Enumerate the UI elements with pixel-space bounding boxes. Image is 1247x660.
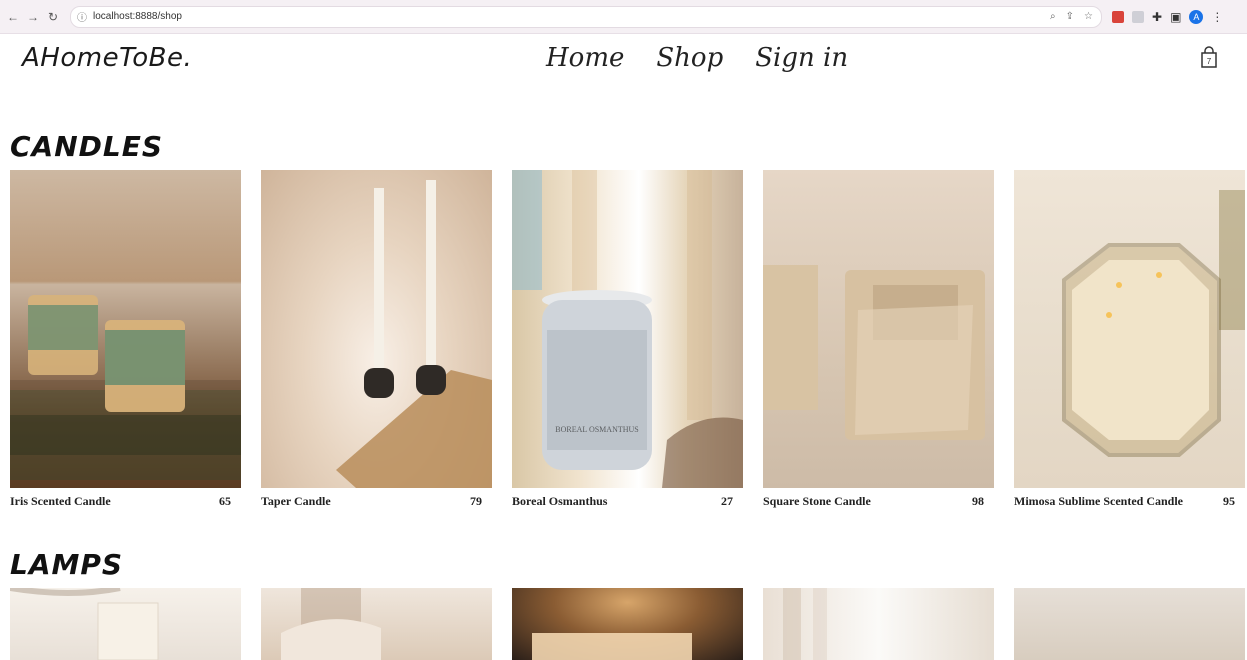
product-image[interactable]	[10, 170, 241, 488]
arrow-right-icon: →	[27, 9, 39, 24]
browser-toolbar: ← → ↻ ⓘ localhost:8888/shop ⌕ ⇪ ☆ ✚ ▣ A …	[0, 0, 1247, 34]
product-image[interactable]	[763, 588, 994, 660]
product-name[interactable]: Square Stone Candle	[763, 494, 871, 509]
product-card[interactable]: Iris Scented Candle 65	[10, 170, 241, 509]
product-image[interactable]	[261, 170, 492, 488]
product-price: 65	[219, 494, 231, 508]
url-text: localhost:8888/shop	[93, 11, 182, 22]
product-name[interactable]: Iris Scented Candle	[10, 494, 111, 509]
nav-shop[interactable]: Shop	[656, 43, 723, 73]
product-card[interactable]	[763, 588, 994, 660]
info-icon: ⓘ	[77, 13, 87, 24]
product-image[interactable]	[512, 588, 743, 660]
product-card[interactable]: Taper Candle 79	[261, 170, 492, 509]
product-name[interactable]: Taper Candle	[261, 494, 331, 509]
main-nav: Home Shop Sign in	[546, 43, 848, 73]
extensions-area: ✚ ▣ A ⋮	[1112, 9, 1223, 24]
site-logo[interactable]: AHomeToBe.	[22, 43, 192, 73]
zoom-icon[interactable]: ⌕	[1050, 11, 1056, 22]
candles-grid: Iris Scented Candle 65 Taper Candle 79 B…	[10, 170, 1245, 509]
product-meta: Square Stone Candle 98	[763, 494, 994, 509]
site-header: AHomeToBe. Home Shop Sign in 7	[0, 33, 1247, 103]
section-title-lamps: LAMPS	[10, 548, 124, 581]
product-price: 79	[470, 494, 482, 508]
product-card[interactable]: Square Stone Candle 98	[763, 170, 994, 509]
section-title-candles: CANDLES	[10, 130, 164, 163]
cart-badge: 7	[1207, 57, 1212, 66]
product-price: 98	[972, 494, 984, 508]
product-card[interactable]	[261, 588, 492, 660]
arrow-left-icon: ←	[7, 9, 19, 24]
product-name[interactable]: Mimosa Sublime Scented Candle	[1014, 494, 1183, 509]
product-card[interactable]	[1014, 588, 1245, 660]
forward-button[interactable]: →	[26, 10, 40, 24]
product-meta: Mimosa Sublime Scented Candle 95	[1014, 494, 1245, 509]
address-bar-actions: ⌕ ⇪ ☆	[1050, 11, 1093, 22]
profile-avatar[interactable]: A	[1189, 9, 1204, 24]
product-card[interactable]	[512, 588, 743, 660]
product-meta: Boreal Osmanthus 27	[512, 494, 743, 509]
product-image[interactable]	[261, 588, 492, 660]
product-image[interactable]	[763, 170, 994, 488]
nav-home[interactable]: Home	[546, 43, 624, 73]
menu-icon[interactable]: ⋮	[1211, 10, 1223, 24]
product-meta: Iris Scented Candle 65	[10, 494, 241, 509]
extension-icon[interactable]	[1132, 10, 1144, 23]
sidebar-icon[interactable]: ▣	[1170, 10, 1181, 24]
reload-icon: ↻	[47, 9, 59, 24]
address-bar[interactable]: ⓘ localhost:8888/shop ⌕ ⇪ ☆	[70, 5, 1102, 28]
product-price: 95	[1223, 494, 1235, 508]
star-icon[interactable]: ☆	[1084, 11, 1093, 22]
product-card[interactable]: Mimosa Sublime Scented Candle 95	[1014, 170, 1245, 509]
reload-button[interactable]: ↻	[46, 10, 60, 24]
product-card[interactable]	[10, 588, 241, 660]
puzzle-icon[interactable]: ✚	[1152, 10, 1162, 24]
lamps-grid	[10, 588, 1245, 660]
candle-label-text: BOREAL OSMANTHUS	[555, 425, 639, 434]
product-image[interactable]	[1014, 588, 1245, 660]
product-image[interactable]	[10, 588, 241, 660]
product-image[interactable]	[1014, 170, 1245, 488]
product-image[interactable]: BOREAL OSMANTHUS	[512, 170, 743, 488]
share-icon[interactable]: ⇪	[1066, 11, 1074, 22]
extension-icon[interactable]	[1112, 10, 1124, 23]
nav-sign-in[interactable]: Sign in	[755, 43, 848, 73]
back-button[interactable]: ←	[6, 10, 20, 24]
product-price: 27	[721, 494, 733, 508]
cart-icon[interactable]: 7	[1198, 45, 1220, 69]
product-meta: Taper Candle 79	[261, 494, 492, 509]
product-name[interactable]: Boreal Osmanthus	[512, 494, 607, 509]
product-card[interactable]: BOREAL OSMANTHUS Boreal Osmanthus 27	[512, 170, 743, 509]
